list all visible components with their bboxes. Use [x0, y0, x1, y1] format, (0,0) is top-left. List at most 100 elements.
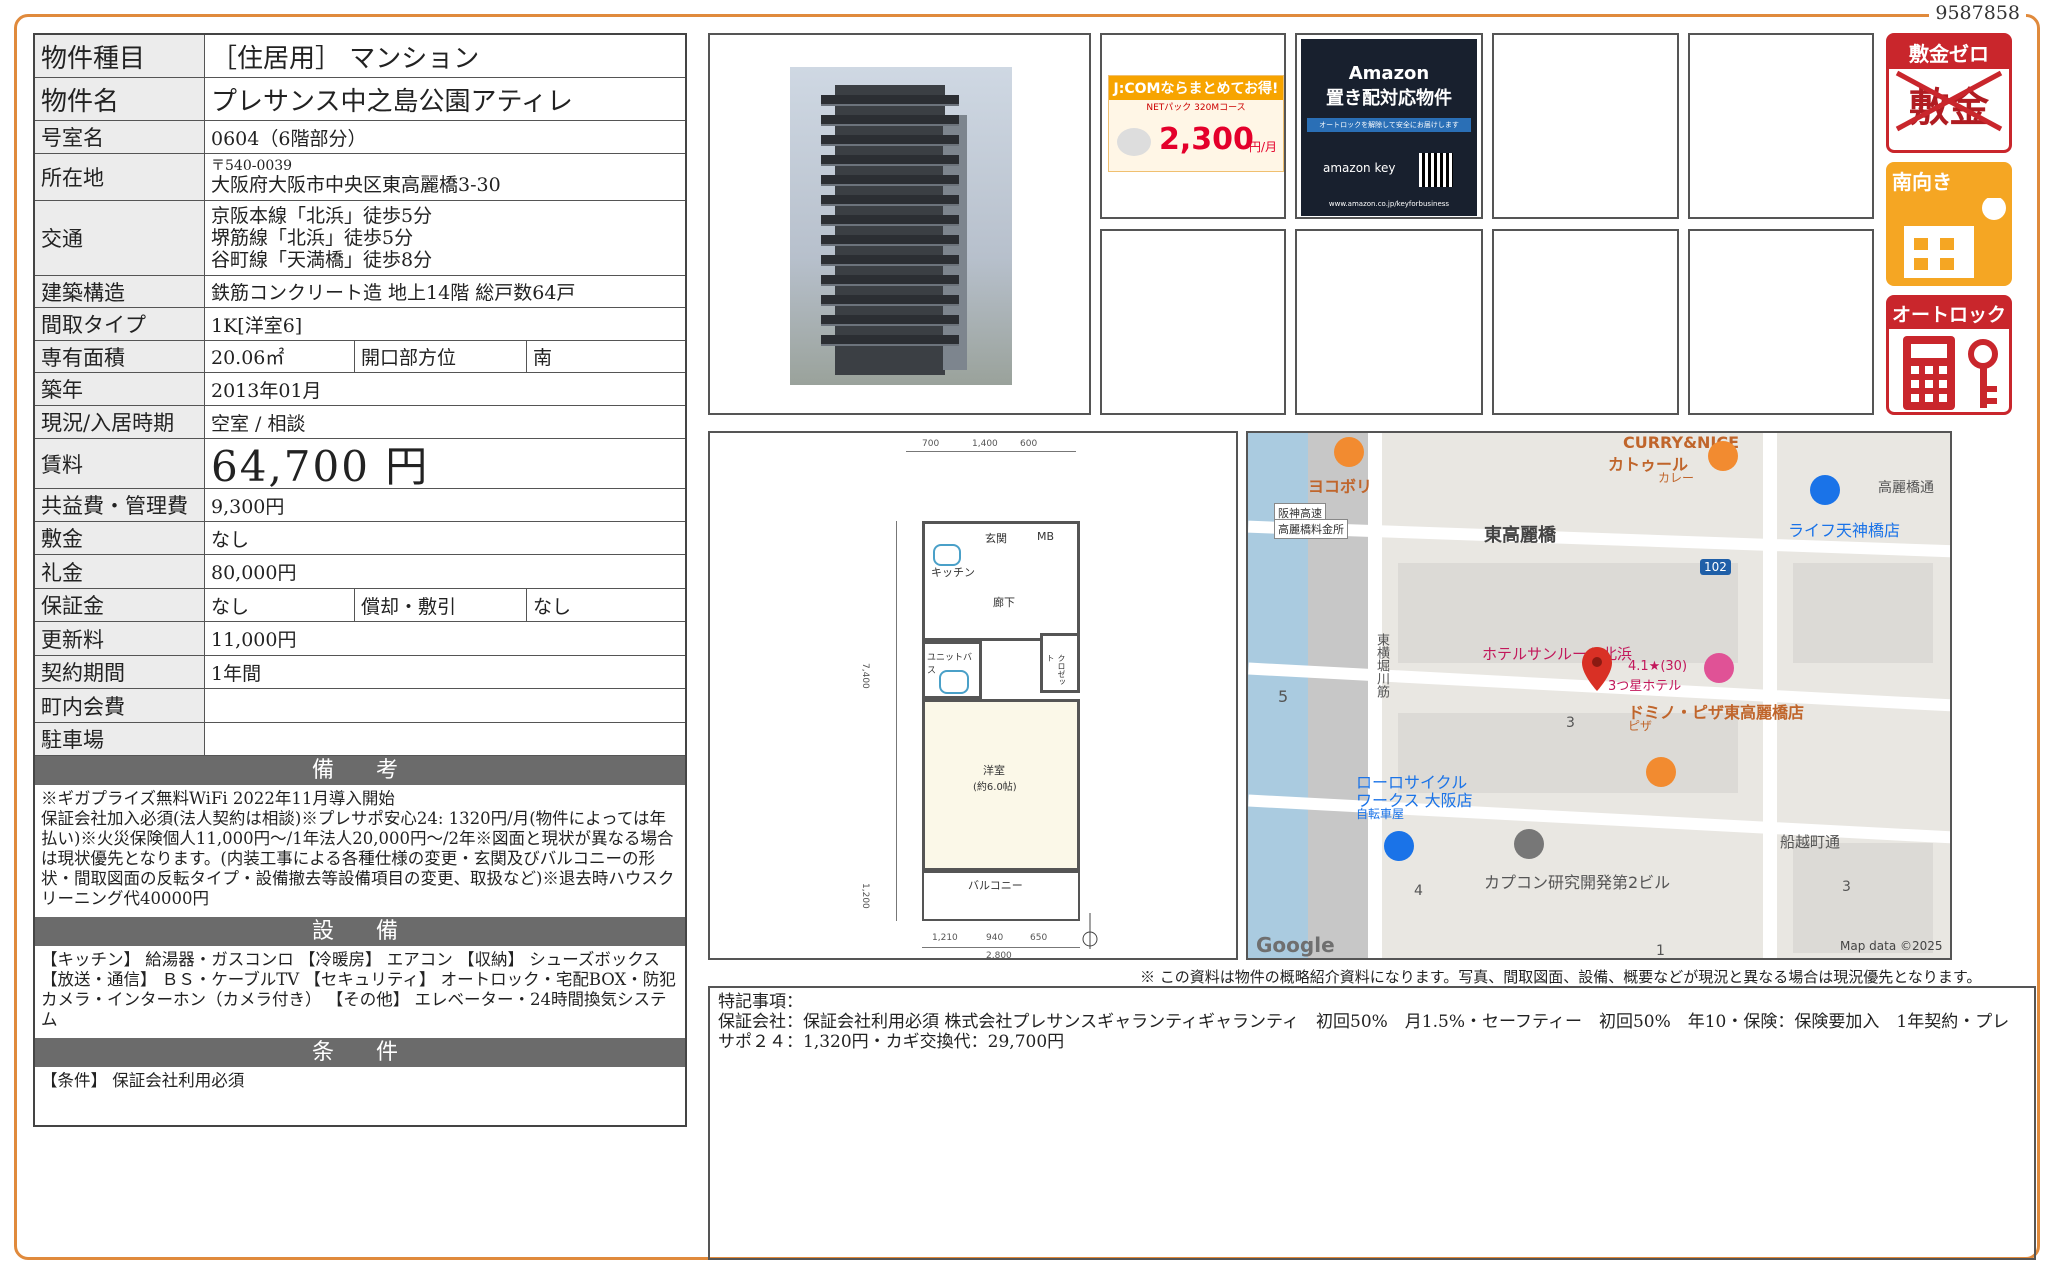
zero-deposit-main: 敷金 — [1889, 70, 2009, 133]
value-term: 1年間 — [211, 662, 262, 685]
row-fee: 共益費・管理費 9,300円 — [35, 489, 685, 522]
amazon-note: オートロックを解除して安全にお届けします — [1307, 118, 1471, 132]
map-block — [1793, 843, 1933, 953]
dim-bottom-3: 650 — [1030, 933, 1048, 943]
google-logo: Google — [1256, 933, 1335, 957]
dim-bottom-2: 940 — [986, 933, 1004, 943]
restaurant-icon[interactable] — [1334, 437, 1364, 467]
north-arrow-icon — [1082, 913, 1098, 949]
value-deposit: なし — [211, 528, 250, 551]
row-address: 所在地 〒540-0039 大阪府大阪市中央区東高麗橋3-30 — [35, 154, 685, 201]
entrance-label: 玄関 — [985, 532, 1007, 545]
floor-band — [821, 255, 959, 266]
map-label: 東高麗橋 — [1484, 525, 1556, 546]
label-area: 専有面積 — [35, 341, 205, 372]
balcony: バルコニー — [922, 871, 1080, 921]
value-fee: 9,300円 — [211, 495, 285, 518]
row-room: 号室名 0604（6階部分） — [35, 121, 685, 154]
row-renewal: 更新料 11,000円 — [35, 622, 685, 656]
remarks-heading: 備 考 — [35, 756, 685, 785]
entrance-area: 玄関 MB 廊下 キッチン — [922, 521, 1080, 641]
map-label: 4 — [1414, 883, 1423, 899]
map-label: 5 — [1278, 687, 1289, 706]
map-label: 高麗橋料金所 — [1274, 519, 1348, 539]
row-transit: 交通 京阪本線「北浜」徒歩5分 堺筋線「北浜」徒歩5分 谷町線「天満橋」徒歩8分 — [35, 201, 685, 276]
transit-line: 谷町線「天満橋」徒歩8分 — [211, 249, 433, 271]
photo-tile-empty — [1688, 229, 1874, 415]
label-renewal: 更新料 — [35, 622, 205, 655]
property-info-table: 物件種目 ［住居用］ マンション 物件名 プレサンス中之島公園アティレ 号室名 … — [33, 33, 687, 1127]
label-type: 物件種目 — [35, 35, 205, 77]
label-structure: 建築構造 — [35, 276, 205, 307]
label-layout: 間取タイプ — [35, 308, 205, 340]
row-rent: 賃料 64,700 円 — [35, 439, 685, 491]
amazon-ad-tile: Amazon 置き配対応物件 オートロックを解除して安全にお届けします amaz… — [1295, 33, 1483, 219]
label-term: 契約期間 — [35, 656, 205, 688]
restaurant-icon[interactable] — [1708, 441, 1738, 471]
map-label: 船越町通 — [1780, 833, 1841, 851]
balcony-label: バルコニー — [968, 879, 1023, 892]
value-room: 0604（6階部分） — [211, 127, 367, 150]
pizza-icon[interactable] — [1646, 757, 1676, 787]
jcom-price: 2,300 — [1159, 122, 1254, 157]
dim-top-2: 1,400 — [972, 439, 998, 449]
row-key-money: 礼金 80,000円 — [35, 555, 685, 589]
label-transit: 交通 — [35, 201, 205, 275]
conditions-text: 【条件】 保証会社利用必須 — [41, 1071, 245, 1090]
jcom-ad-title: J:COMならまとめてお得! — [1109, 76, 1283, 100]
amazon-url: www.amazon.co.jp/keyforbusiness — [1328, 200, 1450, 208]
dim-top-3: 600 — [1020, 439, 1038, 449]
shop-icon[interactable] — [1810, 475, 1840, 505]
row-deposit: 敷金 なし — [35, 522, 685, 555]
dim-top-1: 700 — [922, 439, 940, 449]
row-guarantee: 保証金 なし 償却・敷引 なし — [35, 589, 685, 622]
dim-line-bottom — [922, 947, 1080, 948]
value-town-fee — [205, 689, 685, 722]
bicycle-shop-icon[interactable] — [1384, 831, 1414, 861]
dim-bottom-total: 2,800 — [986, 951, 1012, 961]
map-label: 自転車屋 — [1356, 807, 1405, 821]
transit-line: 堺筋線「北浜」徒歩5分 — [211, 227, 414, 249]
value-built: 2013年01月 — [211, 379, 322, 402]
floor-band — [821, 155, 959, 166]
dim-bottom-1: 1,210 — [932, 933, 958, 943]
value-layout: 1K[洋室6] — [211, 314, 303, 337]
building-image — [790, 67, 1012, 385]
map[interactable]: CURRY&NICE カトゥール カレー ヨコボリ 阪神高速 高麗橋料金所 東高… — [1246, 431, 1952, 960]
address-text: 大阪府大阪市中央区東高麗橋3-30 — [211, 173, 501, 196]
label-direction: 開口部方位 — [355, 341, 527, 372]
floor-band — [821, 235, 959, 246]
hotel-icon[interactable] — [1704, 653, 1734, 683]
dim-line-top — [906, 451, 1076, 452]
floor-band — [821, 175, 959, 186]
floor-band — [821, 335, 959, 346]
western-label: 洋室 — [983, 764, 1005, 777]
label-amortization: 償却・敷引 — [355, 589, 527, 621]
dim-left-2: 1,200 — [860, 883, 870, 909]
bath-icon — [939, 670, 969, 694]
label-rent: 賃料 — [35, 439, 205, 488]
guarantee-split: なし 償却・敷引 なし — [205, 589, 685, 621]
photo-tile-empty — [1688, 33, 1874, 219]
label-parking: 駐車場 — [35, 723, 205, 755]
keypad-key-icon — [1903, 336, 1998, 410]
area-split: 20.06㎡ 開口部方位 南 — [205, 341, 685, 372]
floor-band — [821, 195, 959, 206]
map-label: 3つ星ホテル — [1608, 679, 1682, 694]
jcom-ad-tile: J:COMならまとめてお得! NETパック 320Mコース 2,300 円/月 — [1100, 33, 1286, 219]
map-label: 1 — [1656, 943, 1665, 959]
value-transit: 京阪本線「北浜」徒歩5分 堺筋線「北浜」徒歩5分 谷町線「天満橋」徒歩8分 — [205, 201, 685, 275]
value-parking — [205, 723, 685, 755]
value-amortization: なし — [533, 595, 572, 618]
photo-tile-empty — [1492, 33, 1679, 219]
label-key-money: 礼金 — [35, 555, 205, 588]
house-sun-icon — [1904, 198, 2006, 278]
qr-code-icon — [1419, 153, 1453, 187]
document-id: 9587858 — [1929, 2, 2026, 24]
photo-tile-empty — [1295, 229, 1483, 415]
value-name: プレサンス中之島公園アティレ — [211, 86, 573, 117]
row-town-fee: 町内会費 — [35, 689, 685, 723]
building-icon[interactable] — [1514, 829, 1544, 859]
location-pin-icon[interactable] — [1580, 645, 1614, 693]
map-label: ドミノ・ピザ東高麗橋店 — [1628, 703, 1805, 722]
